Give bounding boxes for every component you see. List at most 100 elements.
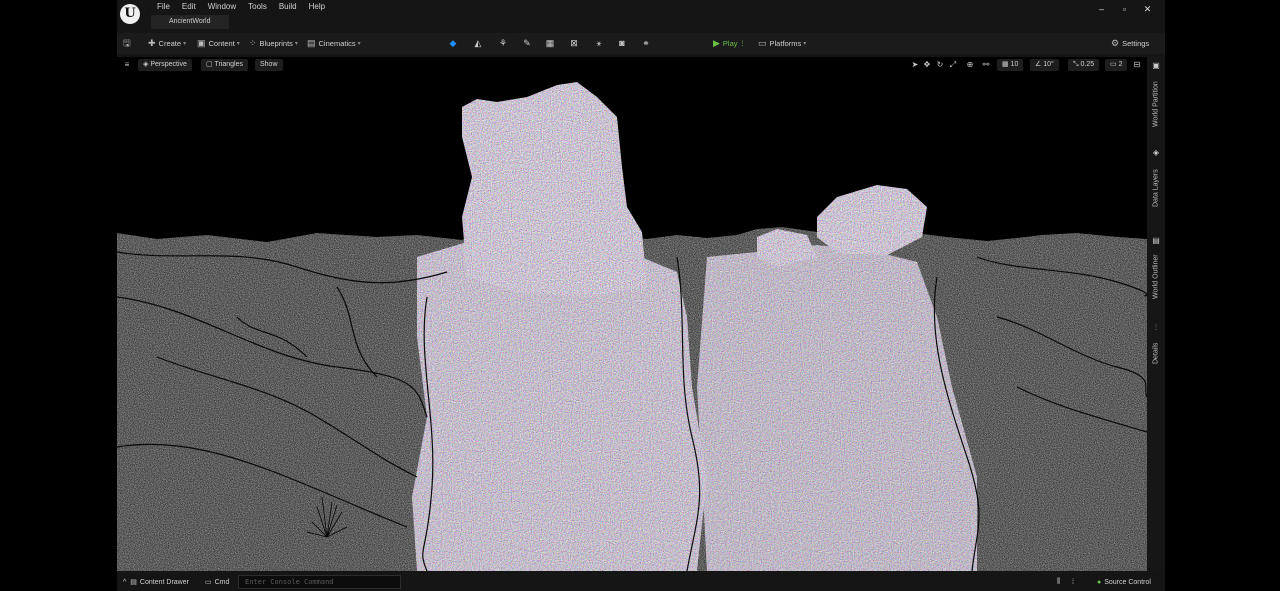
check-circle-icon: ● [1097,578,1102,586]
settings-button[interactable]: ⚙ Settings [1111,33,1149,54]
camera-speed-button[interactable]: ▭ 2 [1105,59,1128,71]
side-tab-strip: ▣ World Partition ◈ Data Layers ▤ World … [1147,57,1165,571]
grid-icon: ▦ [1002,61,1011,68]
chevron-up-icon: ^ [123,578,127,586]
scale-icon: ⤡ [1073,61,1081,68]
select-mode-icon[interactable]: ◆ [447,37,459,49]
chevron-down-icon: ▾ [294,41,298,47]
settings-label: Settings [1122,39,1150,48]
create-button[interactable]: ✚ Create ▾ [148,33,186,54]
minimize-button[interactable]: – [1090,2,1113,16]
terminal-icon: ▭ [205,579,212,586]
menu-help[interactable]: Help [303,0,331,13]
rotate-tool-icon[interactable]: ↻ [934,59,946,71]
chevron-down-icon: ▾ [357,41,361,47]
panel-icon[interactable]: ▣ [1150,60,1162,72]
platforms-icon: ▭ [758,38,767,48]
chevron-down-icon: ▾ [803,41,807,47]
menu-window[interactable]: Window [202,0,242,13]
perspective-label: Perspective [150,61,187,68]
chevron-down-icon: ▾ [236,41,240,47]
menu-build[interactable]: Build [273,0,303,13]
select-tool-icon[interactable]: ➤ [909,59,921,71]
cinematics-label: Cinematics [318,39,356,48]
modeling-mode-icon[interactable]: ◙ [616,37,628,49]
level-tab[interactable]: AncientWorld [151,15,229,29]
source-control-label: Source Control [1104,578,1151,586]
blueprints-button[interactable]: ⁘ Blueprints ▾ [249,33,298,54]
grid-snap-button[interactable]: ▦ 10 [997,59,1024,71]
data-layers-label: Data Layers [1152,169,1160,207]
layers-icon: ◈ [1152,148,1160,157]
outliner-icon: ▤ [1152,236,1160,245]
world-space-icon[interactable]: ⊕ [964,59,976,71]
show-button[interactable]: Show [255,59,283,71]
scale-tool-icon[interactable]: ⤢ [947,59,959,71]
drawer-icon: ▤ [130,579,137,586]
menu-file[interactable]: File [151,0,176,13]
rotation-snap-button[interactable]: ∠ 10° [1030,59,1059,71]
hamburger-menu-icon[interactable]: ≡ [121,59,133,71]
menu-edit[interactable]: Edit [176,0,202,13]
perspective-button[interactable]: ◈ Perspective [138,59,192,71]
rock-pillar [462,82,647,297]
more-options-icon[interactable]: ⋮ [740,40,746,47]
content-drawer-button[interactable]: ^ ▤ Content Drawer [123,573,189,591]
scale-snap-button[interactable]: ⤡ 0.25 [1068,59,1100,71]
console-input[interactable]: Enter Console Command [238,575,401,589]
platforms-label: Platforms [769,39,802,48]
tab-details[interactable]: Details [1149,336,1163,364]
landscape-mode-icon[interactable]: ◭ [472,37,484,49]
content-label: Content [208,39,235,48]
scale-snap-value: 0.25 [1080,61,1095,68]
view-mode-button[interactable]: ▢ Triangles [201,59,248,71]
window-controls: – ▫ ✕ [1090,2,1159,16]
show-label: Show [260,61,278,68]
level-viewport[interactable]: ≡ ◈ Perspective ▢ Triangles Show ➤ ✥ ↻ ⤢… [117,57,1147,571]
editor-window: U File Edit Window Tools Build Help Anci… [117,0,1165,591]
cmd-button[interactable]: ▭ Cmd [205,573,229,591]
plugins-mode-icon[interactable]: ⚭ [640,37,652,49]
maximize-viewport-icon[interactable]: ⊟ [1131,59,1143,71]
derived-data-icon[interactable]: ⫼ [1057,573,1060,591]
folder-icon: ▣ [197,38,206,48]
details-icon: ⫶ [1155,323,1157,332]
tab-world-partition[interactable]: World Partition [1149,75,1163,127]
close-button[interactable]: ✕ [1136,2,1159,16]
world-partition-label: World Partition [1152,81,1160,127]
menu-bar: File Edit Window Tools Build Help [151,0,331,13]
play-label: Play [722,39,738,48]
unreal-logo: U [120,4,140,24]
camera-icon: ▭ [1110,61,1119,68]
content-drawer-label: Content Drawer [139,578,189,586]
surface-snap-icon[interactable]: ⚯ [980,59,992,71]
cinematics-button[interactable]: ▤ Cinematics ▾ [307,33,361,54]
title-bar: U File Edit Window Tools Build Help Anci… [117,0,1165,33]
rotation-snap-value: 10° [1043,61,1054,68]
fracture-mode-icon[interactable]: ⊠ [568,37,580,49]
details-label: Details [1152,342,1160,364]
paint-mode-icon[interactable]: ✎ [521,37,533,49]
content-button[interactable]: ▣ Content ▾ [197,33,240,54]
animation-mode-icon[interactable]: ⚹ [593,37,605,49]
foliage-mode-icon[interactable]: ⚘ [497,37,509,49]
clapperboard-icon: ▤ [307,38,316,48]
maximize-button[interactable]: ▫ [1113,2,1136,16]
platforms-button[interactable]: ▭ Platforms ▾ [758,33,806,54]
mesh-paint-icon[interactable]: ▦ [544,37,556,49]
grid-snap-value: 10 [1010,61,1019,68]
tab-data-layers[interactable]: Data Layers [1149,161,1163,207]
menu-tools[interactable]: Tools [242,0,273,13]
gear-icon: ⚙ [1111,38,1120,48]
tab-world-outliner[interactable]: World Outliner [1149,249,1163,299]
viewport-toolbar: ≡ ◈ Perspective ▢ Triangles Show ➤ ✥ ↻ ⤢… [117,57,1147,73]
translate-tool-icon[interactable]: ✥ [921,59,933,71]
blueprints-label: Blueprints [259,39,293,48]
create-label: Create [158,39,182,48]
create-icon: ✚ [148,38,156,48]
blueprint-icon: ⁘ [249,38,257,48]
terrain-render [117,82,1147,571]
play-button[interactable]: ▶ Play ⋮ [713,33,746,54]
source-control-button[interactable]: ● Source Control [1097,573,1151,591]
save-button[interactable]: 🖫 [123,33,134,54]
